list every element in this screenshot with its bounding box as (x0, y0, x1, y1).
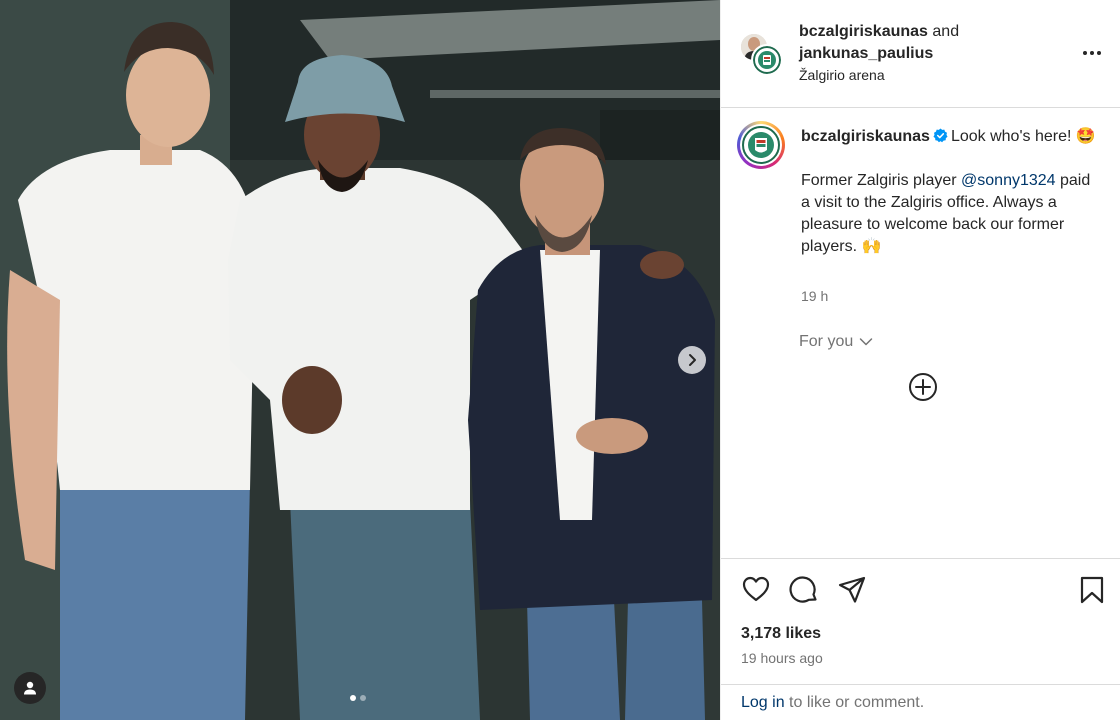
post-actions-bar (721, 558, 1120, 620)
avatar-zalgiris (751, 44, 783, 76)
post-header: bczalgiriskaunas and jankunas_paulius Ža… (721, 0, 1120, 108)
carousel-indicator (350, 695, 366, 701)
load-more-comments-button[interactable] (908, 372, 938, 407)
post-photo[interactable] (0, 0, 720, 720)
likes-count[interactable]: 3,178 likes (741, 625, 821, 643)
caption-timestamp: 19 h (801, 288, 829, 304)
caption-text-a: Former Zalgiris player (801, 172, 962, 189)
heart-icon (742, 576, 770, 602)
send-paper-plane-icon (838, 576, 866, 603)
authors-joiner: and (932, 23, 960, 40)
verified-badge-icon (933, 128, 948, 143)
more-options-icon (1083, 51, 1087, 55)
post-details-panel: bczalgiriskaunas and jankunas_paulius Ža… (720, 0, 1120, 720)
login-link[interactable]: Log in (741, 694, 785, 711)
bookmark-icon (1080, 576, 1104, 604)
post-time-ago: 19 hours ago (741, 650, 823, 666)
chevron-down-icon (860, 338, 873, 346)
for-you-dropdown[interactable]: For you (799, 333, 873, 351)
photo-scene (0, 0, 720, 720)
post-authors: bczalgiriskaunas and jankunas_paulius (799, 21, 1059, 65)
plus-circle-icon (909, 373, 937, 401)
login-prompt-text: to like or comment. (784, 694, 925, 711)
tagged-users-button[interactable] (14, 672, 46, 704)
zalgiris-logo (742, 126, 780, 164)
carousel-dot (360, 695, 366, 701)
share-button[interactable] (837, 575, 867, 610)
caption-line-1: Look who's here! 🤩 (950, 128, 1096, 145)
caption-author[interactable]: bczalgiriskaunas (801, 128, 930, 145)
author-link-secondary[interactable]: jankunas_paulius (799, 45, 933, 62)
comment-bubble-icon (789, 576, 817, 603)
more-options-button[interactable] (1077, 40, 1107, 66)
author-link-primary[interactable]: bczalgiriskaunas (799, 23, 928, 40)
login-prompt: Log in to like or comment. (721, 684, 1120, 720)
for-you-label: For you (799, 333, 854, 350)
user-tag-icon (24, 681, 36, 695)
carousel-next-button[interactable] (678, 346, 706, 374)
save-button[interactable] (1079, 575, 1105, 610)
carousel-dot-active (350, 695, 356, 701)
post-location[interactable]: Žalgirio arena (799, 67, 885, 83)
like-button[interactable] (741, 575, 771, 608)
chevron-right-icon (689, 354, 696, 366)
comment-button[interactable] (789, 575, 819, 610)
caption-author-avatar[interactable] (737, 121, 785, 169)
post-caption: bczalgiriskaunas Look who's here! 🤩 Form… (801, 126, 1101, 258)
mention-link[interactable]: @sonny1324 (961, 172, 1056, 189)
collab-avatars[interactable] (739, 32, 785, 78)
